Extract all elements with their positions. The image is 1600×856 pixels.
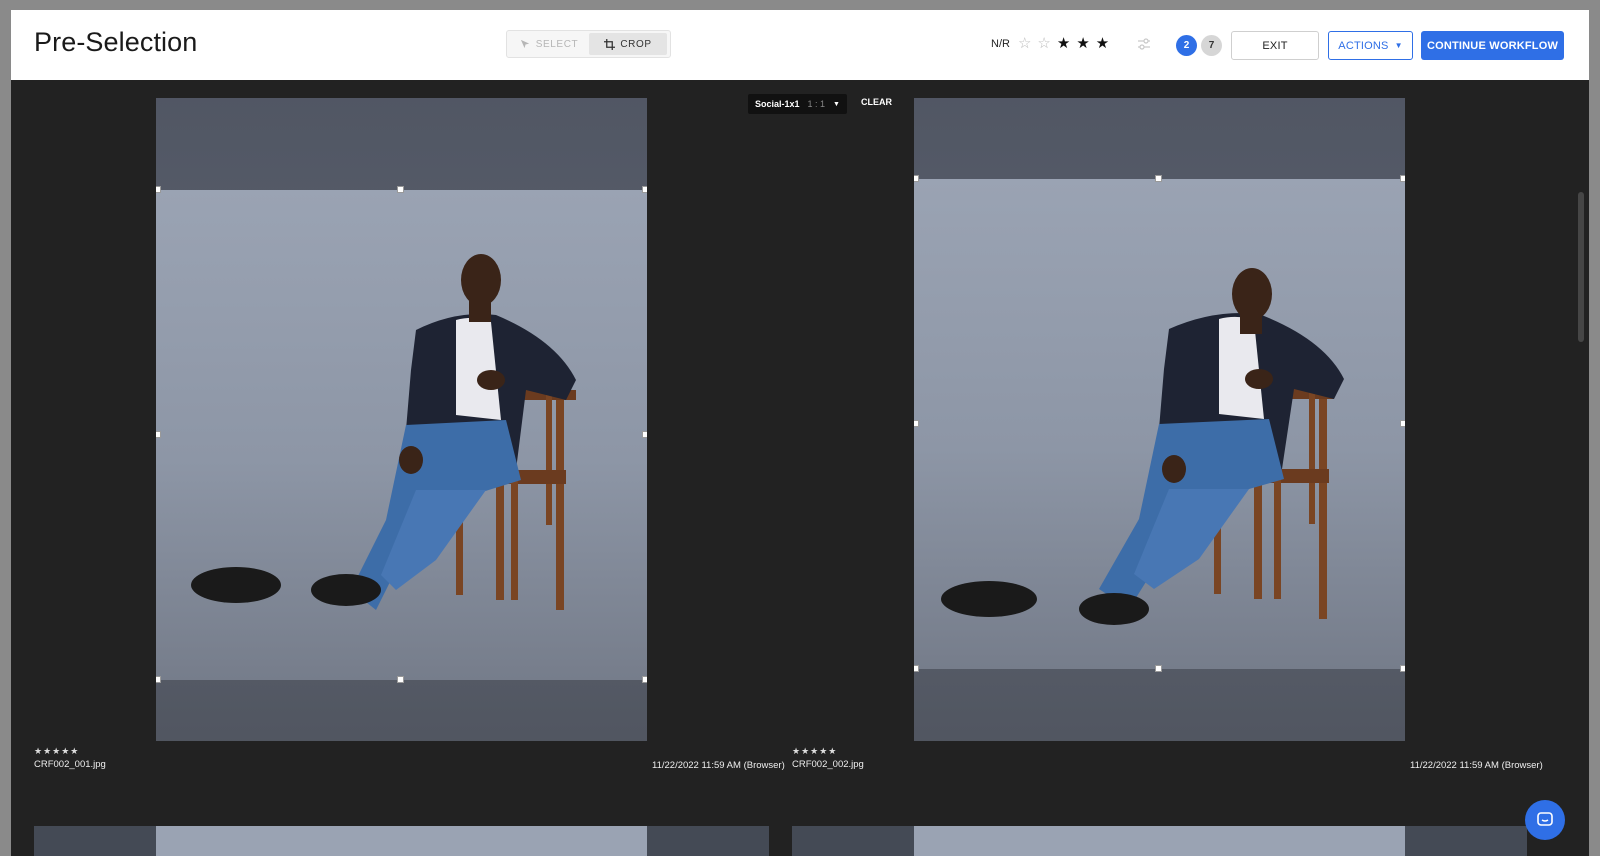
crop-handle[interactable] [156,431,161,438]
star-full-icon[interactable]: ★ [1057,36,1070,51]
cursor-icon [520,39,529,48]
crop-handle[interactable] [642,186,647,193]
pre-selection-modal: Pre-Selection SELECT CROP N/R ☆ ☆ ★ ★ ★ [11,10,1589,856]
crop-handle[interactable] [642,676,647,683]
photo-subject [191,254,576,610]
star-full-icon[interactable]: ★ [1096,36,1109,51]
selected-count-badge[interactable]: 2 [1176,35,1197,56]
crop-handle[interactable] [1400,420,1405,427]
crop-handle[interactable] [397,186,404,193]
chevron-down-icon: ▼ [1394,41,1403,50]
crop-handle[interactable] [156,676,161,683]
image-rating-stars[interactable]: ★★★★★ [34,746,106,757]
crop-region[interactable] [914,179,1405,669]
crop-preset-name: Social-1x1 [755,99,800,109]
image-filename: CRF002_001.jpg [34,759,106,770]
photo-preview [156,826,647,856]
image-date-1: 11/22/2022 11:59 AM (Browser) [652,760,785,771]
chevron-down-icon: ▼ [833,100,840,108]
image-date: 11/22/2022 11:59 AM [1410,760,1499,771]
page-title: Pre-Selection [34,27,198,57]
actions-dropdown-button[interactable]: ACTIONS ▼ [1328,31,1413,60]
image-grid: Social-1x1 1 : 1 ▼ CLEAR ★★★★★ CRF002_00… [11,80,1589,856]
filter-settings-icon[interactable] [1136,36,1152,52]
scrollbar[interactable] [1578,192,1584,342]
crop-handle[interactable] [156,186,161,193]
chat-icon [1537,812,1553,826]
image-card-2[interactable] [914,98,1405,741]
exit-button[interactable]: EXIT [1231,31,1319,60]
star-empty-icon[interactable]: ☆ [1018,36,1031,51]
mode-toggle: SELECT CROP [506,30,671,58]
continue-workflow-button[interactable]: CONTINUE WORKFLOW [1421,31,1564,60]
crop-handle[interactable] [914,420,919,427]
image-rating-stars[interactable]: ★★★★★ [792,746,864,757]
star-empty-icon[interactable]: ☆ [1037,36,1050,51]
crop-handle[interactable] [1155,665,1162,672]
star-full-icon[interactable]: ★ [1076,36,1089,51]
crop-handle[interactable] [397,676,404,683]
image-card-1[interactable] [156,98,647,741]
crop-region[interactable] [156,190,647,680]
crop-icon [604,38,616,50]
image-filename: CRF002_002.jpg [792,759,864,770]
crop-mode-button[interactable]: CROP [589,33,667,55]
header: Pre-Selection SELECT CROP N/R ☆ ☆ ★ ★ ★ [11,10,1589,80]
image-date: 11/22/2022 11:59 AM [652,760,741,771]
image-card-3[interactable] [34,826,769,856]
crop-handle[interactable] [914,175,919,182]
image-source: (Browser) [743,760,785,771]
crop-handle[interactable] [1400,665,1405,672]
crop-handle[interactable] [1400,175,1405,182]
no-rating-label[interactable]: N/R [991,38,1010,50]
select-mode-button[interactable]: SELECT [509,33,589,55]
image-meta-1: ★★★★★ CRF002_001.jpg [34,746,106,770]
image-meta-2: ★★★★★ CRF002_002.jpg [792,746,864,770]
total-count-badge[interactable]: 7 [1201,35,1222,56]
image-source: (Browser) [1501,760,1543,771]
select-mode-label: SELECT [535,38,579,50]
crop-preset-dropdown[interactable]: Social-1x1 1 : 1 ▼ [748,94,847,114]
chat-button[interactable] [1525,800,1565,840]
crop-handle[interactable] [642,431,647,438]
rating-filter: N/R ☆ ☆ ★ ★ ★ [991,36,1109,51]
crop-handle[interactable] [914,665,919,672]
photo-subject [941,268,1344,625]
crop-handle[interactable] [1155,175,1162,182]
crop-mode-label: CROP [620,38,652,50]
actions-label: ACTIONS [1338,39,1389,52]
crop-ratio: 1 : 1 [807,99,826,109]
clear-crop-button[interactable]: CLEAR [861,97,892,107]
image-card-4[interactable] [792,826,1527,856]
image-date-2: 11/22/2022 11:59 AM (Browser) [1410,760,1543,771]
photo-preview [914,826,1405,856]
